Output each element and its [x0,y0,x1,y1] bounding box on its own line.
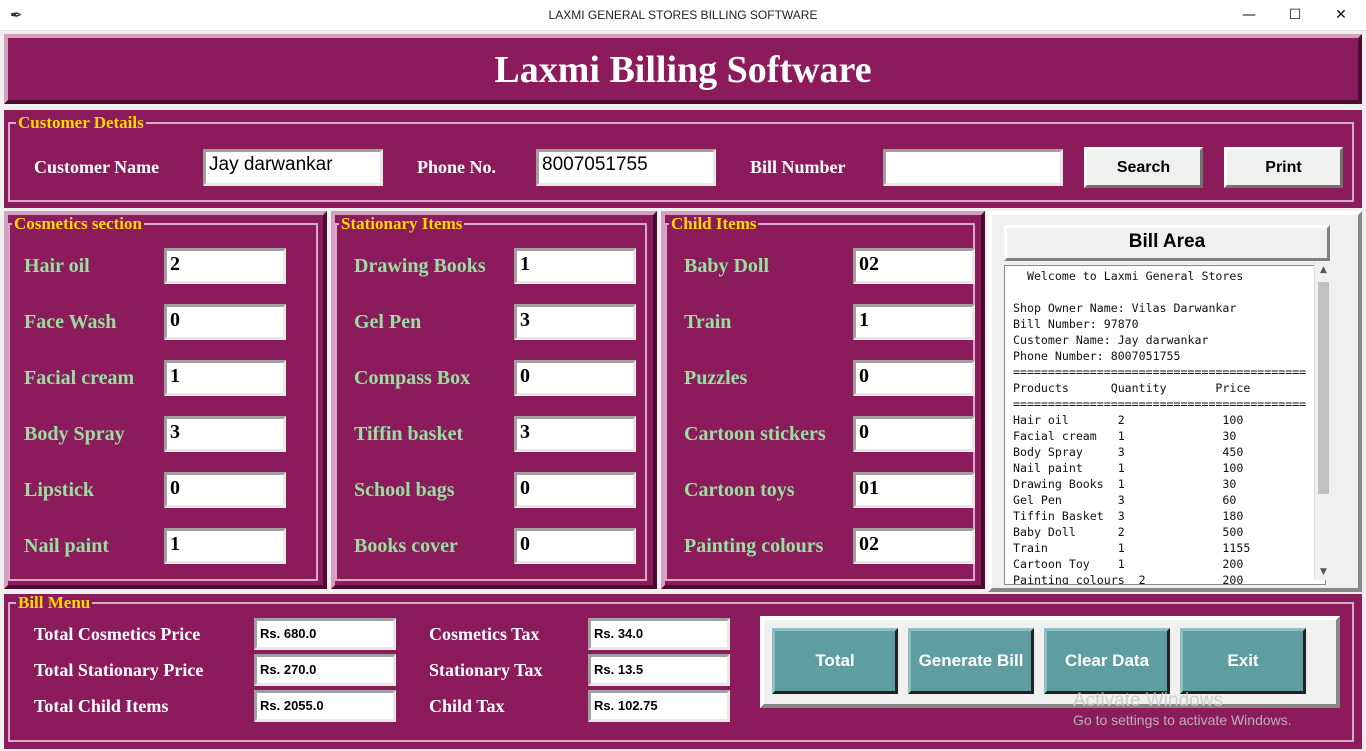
item-label-lipstick: Lipstick [24,479,95,501]
close-window-button[interactable]: ✕ [1318,0,1364,31]
bill-number-label: Bill Number [750,157,846,177]
window-title: LAXMI GENERAL STORES BILLING SOFTWARE [548,8,818,22]
customer-name-label: Customer Name [34,157,160,177]
item-label-facial-cream: Facial cream [24,367,135,389]
windows-activation-watermark: Activate Windows Go to settings to activ… [1073,690,1292,728]
qty-input-lipstick[interactable]: 0 [164,472,286,508]
qty-input-face-wash[interactable]: 0 [164,304,286,340]
app-header: Laxmi Billing Software [4,34,1362,104]
item-label-hair-oil: Hair oil [24,255,90,277]
item-label-face-wash: Face Wash [24,311,117,333]
qty-input-train[interactable]: 1 [853,304,975,340]
bill-text-area[interactable]: Welcome to Laxmi General Stores Shop Own… [1004,265,1326,585]
item-label-train: Train [684,311,732,333]
qty-input-drawing-books[interactable]: 1 [514,248,636,284]
item-label-cartoon-toys: Cartoon toys [684,479,795,501]
qty-input-painting-colours[interactable]: 02 [853,528,975,564]
item-label-body-spray: Body Spray [24,423,125,445]
qty-input-nail-paint[interactable]: 1 [164,528,286,564]
item-label-school-bags: School bags [354,479,455,501]
watermark-line-1: Activate Windows [1073,690,1223,711]
maximize-button[interactable]: ☐ [1272,0,1318,31]
bill-area-panel: Bill Area Welcome to Laxmi General Store… [988,211,1362,592]
cosmetics-panel: Cosmetics section Hair oil 2 Face Wash 0… [4,211,327,589]
bill-area-title: Bill Area [1004,225,1330,261]
bill-text: Welcome to Laxmi General Stores Shop Own… [1013,269,1307,585]
stationary-tax-field[interactable]: Rs. 13.5 [588,654,730,686]
generate-bill-button[interactable]: Generate Bill [908,628,1034,694]
qty-input-compass-box[interactable]: 0 [514,360,636,396]
customer-name-input[interactable]: Jay darwankar [203,149,383,186]
qty-input-facial-cream[interactable]: 1 [164,360,286,396]
item-label-cartoon-stickers: Cartoon stickers [684,423,826,445]
qty-input-school-bags[interactable]: 0 [514,472,636,508]
qty-input-body-spray[interactable]: 3 [164,416,286,452]
qty-input-hair-oil[interactable]: 2 [164,248,286,284]
page-title: Laxmi Billing Software [494,49,872,91]
phone-input[interactable]: 8007051755 [536,149,716,186]
minimize-button[interactable]: — [1226,0,1272,31]
total-stationary-field[interactable]: Rs. 270.0 [254,654,396,686]
item-label-nail-paint: Nail paint [24,535,110,557]
exit-button[interactable]: Exit [1180,628,1306,694]
item-label-drawing-books: Drawing Books [354,255,486,277]
cosmetics-tax-label: Cosmetics Tax [429,624,540,644]
scroll-down-icon[interactable]: ▼ [1315,564,1332,580]
search-button[interactable]: Search [1084,147,1203,188]
item-label-painting-colours: Painting colours [684,535,824,557]
item-label-compass-box: Compass Box [354,367,471,389]
watermark-line-2: Go to settings to activate Windows. [1073,712,1292,728]
bill-scrollbar[interactable]: ▲ ▼ [1314,262,1331,580]
total-button[interactable]: Total [772,628,898,694]
qty-input-books-cover[interactable]: 0 [514,528,636,564]
qty-input-gel-pen[interactable]: 3 [514,304,636,340]
stationary-panel: Stationary Items Drawing Books 1 Gel Pen… [331,211,657,589]
clear-data-button[interactable]: Clear Data [1044,628,1170,694]
qty-input-cartoon-toys[interactable]: 01 [853,472,975,508]
print-button[interactable]: Print [1224,147,1343,188]
qty-input-tiffin-basket[interactable]: 3 [514,416,636,452]
item-label-puzzles: Puzzles [684,367,748,389]
child-items-legend: Child Items [669,214,759,233]
total-child-label: Total Child Items [34,696,169,716]
scroll-up-icon[interactable]: ▲ [1315,262,1332,278]
total-cosmetics-label: Total Cosmetics Price [34,624,201,644]
child-items-panel: Child Items Baby Doll 02 Train 1 Puzzles… [661,211,985,589]
total-stationary-label: Total Stationary Price [34,660,204,680]
cosmetics-legend: Cosmetics section [12,214,144,233]
item-label-books-cover: Books cover [354,535,458,557]
child-tax-label: Child Tax [429,696,505,716]
total-cosmetics-field[interactable]: Rs. 680.0 [254,618,396,650]
bill-menu-legend: Bill Menu [16,593,93,612]
qty-input-baby-doll[interactable]: 02 [853,248,975,284]
qty-input-cartoon-stickers[interactable]: 0 [853,416,975,452]
scrollbar-thumb[interactable] [1318,282,1329,494]
cosmetics-tax-field[interactable]: Rs. 34.0 [588,618,730,650]
qty-input-puzzles[interactable]: 0 [853,360,975,396]
window-titlebar: ✒ LAXMI GENERAL STORES BILLING SOFTWARE … [0,0,1366,31]
item-label-baby-doll: Baby Doll [684,255,770,277]
stationary-legend: Stationary Items [339,214,465,233]
total-child-field[interactable]: Rs. 2055.0 [254,690,396,722]
child-tax-field[interactable]: Rs. 102.75 [588,690,730,722]
customer-details-panel: Customer Details Customer Name Jay darwa… [4,110,1362,208]
stationary-tax-label: Stationary Tax [429,660,543,680]
phone-label: Phone No. [417,157,497,177]
customer-details-legend: Customer Details [16,113,146,132]
item-label-gel-pen: Gel Pen [354,311,422,333]
item-label-tiffin-basket: Tiffin basket [354,423,464,445]
bill-number-input[interactable] [883,149,1063,186]
